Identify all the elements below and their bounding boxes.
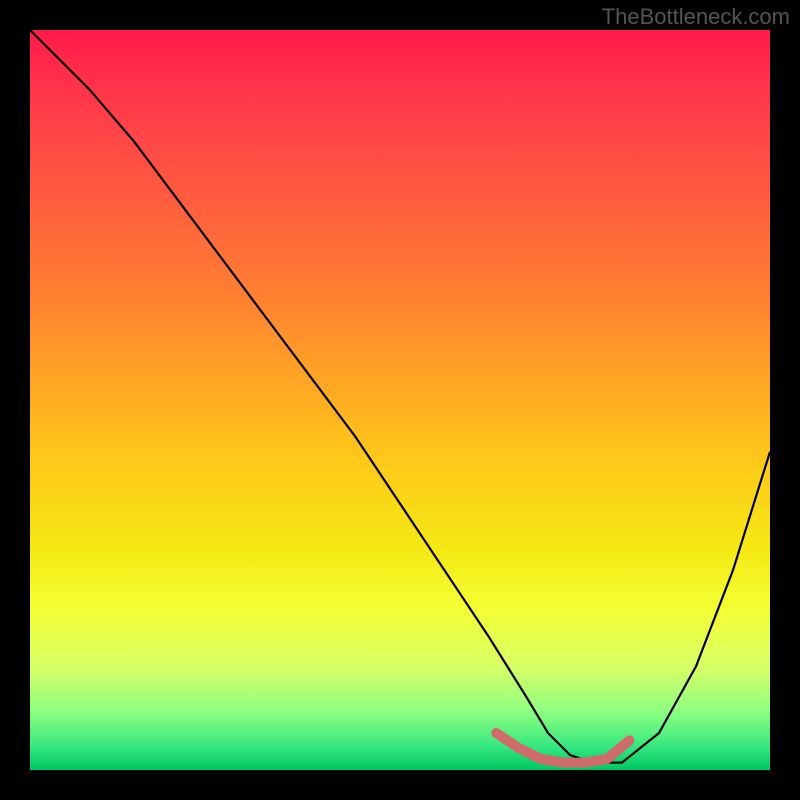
chart-plot-area: [30, 30, 770, 770]
chart-svg: [30, 30, 770, 770]
watermark-text: TheBottleneck.com: [602, 4, 790, 30]
bottleneck-curve-line: [30, 30, 770, 763]
